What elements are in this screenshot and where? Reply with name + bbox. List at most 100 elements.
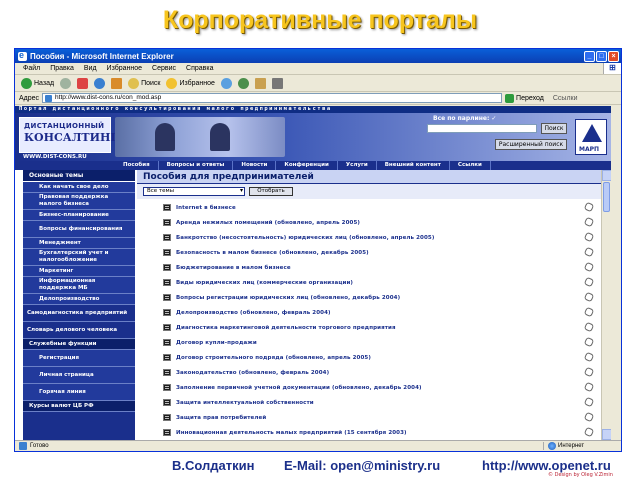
nav-links[interactable]: Ссылки [450, 161, 491, 170]
list-item[interactable]: Диагностика маркетинговой деятельности т… [137, 320, 601, 335]
sidebar-item-self-diagnostics[interactable]: Самодиагностика предприятий [23, 305, 135, 322]
list-item[interactable]: Аренда нежилых помещений (обновлено, апр… [137, 215, 601, 230]
search-button[interactable]: Поиск [128, 77, 160, 89]
site-search-button[interactable]: Поиск [541, 123, 567, 134]
sidebar-item-dictionary[interactable]: Словарь делового человека [23, 322, 135, 339]
paperclip-icon[interactable] [583, 396, 595, 408]
site-search-input[interactable] [427, 124, 537, 133]
list-item-title[interactable]: Бюджетирование в малом бизнесе [176, 265, 291, 271]
list-item-title[interactable]: Договор купли-продажи [176, 340, 257, 346]
list-item[interactable]: Защита прав потребителей [137, 410, 601, 425]
site-logo[interactable]: ДИСТАНЦИОННЫЙ КОНСАЛТИНГ [19, 117, 118, 153]
list-item-title[interactable]: Инновационная деятельность малых предпри… [176, 430, 407, 436]
list-item-title[interactable]: Заполнение первичной учетной документаци… [176, 385, 422, 391]
menu-help[interactable]: Справка [186, 65, 213, 72]
sidebar-item-personal-page[interactable]: Личная страница [23, 367, 135, 384]
nav-qa[interactable]: Вопросы и ответы [159, 161, 234, 170]
filter-button[interactable]: Отобрать [249, 187, 293, 196]
paperclip-icon[interactable] [583, 231, 595, 243]
nav-news[interactable]: Новости [233, 161, 277, 170]
back-button[interactable]: Назад [21, 77, 54, 89]
sidebar-item-management[interactable]: Менеджмент [23, 238, 135, 249]
nav-services[interactable]: Услуги [338, 161, 377, 170]
sidebar-item-accounting[interactable]: Бухгалтерский учет и налогообложение [23, 249, 135, 266]
paperclip-icon[interactable] [583, 336, 595, 348]
scrollbar-thumb[interactable] [603, 182, 610, 212]
favorites-button[interactable]: Избранное [166, 77, 215, 89]
menu-view[interactable]: Вид [84, 65, 97, 72]
media-button[interactable] [220, 77, 232, 89]
menu-edit[interactable]: Правка [50, 65, 74, 72]
list-item[interactable]: Законодательство (обновлено, февраль 200… [137, 365, 601, 380]
list-item[interactable]: Бюджетирование в малом бизнесе [137, 260, 601, 275]
paperclip-icon[interactable] [583, 201, 595, 213]
close-button[interactable]: × [608, 50, 619, 62]
address-input[interactable]: http://www.dist-cons.ru/con_mod.asp [42, 93, 503, 103]
list-item-title[interactable]: Законодательство (обновлено, февраль 200… [176, 370, 329, 376]
list-item[interactable]: Безопасность в малом бизнесе (обновлено,… [137, 245, 601, 260]
history-button[interactable] [237, 77, 249, 89]
links-label[interactable]: Ссылки [553, 95, 578, 102]
window-titlebar[interactable]: Пособия - Microsoft Internet Explorer _ … [15, 49, 621, 63]
list-item[interactable]: Виды юридических лиц (коммерческие орган… [137, 275, 601, 290]
list-item[interactable]: Защита интеллектуальной собственности [137, 395, 601, 410]
list-item-title[interactable]: Банкротство (несостоятельность) юридичес… [176, 235, 434, 241]
paperclip-icon[interactable] [583, 381, 595, 393]
sidebar-item-legal[interactable]: Правовая поддержка малого бизнеса [23, 193, 135, 210]
list-item[interactable]: Инновационная деятельность малых предпри… [137, 425, 601, 440]
paperclip-icon[interactable] [583, 411, 595, 423]
paperclip-icon[interactable] [583, 261, 595, 273]
maximize-button[interactable]: □ [596, 50, 607, 62]
nav-external[interactable]: Внешний контент [377, 161, 450, 170]
list-item-title[interactable]: Internet в бизнесе [176, 205, 236, 211]
refresh-button[interactable] [94, 77, 106, 89]
sidebar-item-hotline[interactable]: Горячая линия [23, 384, 135, 401]
sidebar-item-info-support[interactable]: Информационная поддержка МБ [23, 277, 135, 294]
sidebar-item-finance[interactable]: Вопросы финансирования [23, 221, 135, 238]
paperclip-icon[interactable] [583, 276, 595, 288]
minimize-button[interactable]: _ [584, 50, 595, 62]
paperclip-icon[interactable] [583, 426, 595, 438]
list-item-title[interactable]: Диагностика маркетинговой деятельности т… [176, 325, 396, 331]
list-item[interactable]: Заполнение первичной учетной документаци… [137, 380, 601, 395]
sidebar-item-planning[interactable]: Бизнес-планирование [23, 210, 135, 221]
list-item[interactable]: Вопросы регистрации юридических лиц (обн… [137, 290, 601, 305]
list-item-title[interactable]: Защита прав потребителей [176, 415, 266, 421]
list-item-title[interactable]: Безопасность в малом бизнесе (обновлено,… [176, 250, 369, 256]
menu-tools[interactable]: Сервис [152, 65, 176, 72]
list-item-title[interactable]: Аренда нежилых помещений (обновлено, апр… [176, 220, 360, 226]
sidebar-item-start-business[interactable]: Как начать свое дело [23, 182, 135, 193]
paperclip-icon[interactable] [583, 246, 595, 258]
vertical-scrollbar[interactable] [601, 170, 611, 440]
sidebar-item-paperwork[interactable]: Делопроизводство [23, 294, 135, 305]
list-item-title[interactable]: Договор строительного подряда (обновлено… [176, 355, 371, 361]
print-button[interactable] [271, 77, 283, 89]
topic-select[interactable]: Все темы [143, 187, 245, 196]
home-button[interactable] [111, 77, 123, 89]
menu-file[interactable]: Файл [23, 65, 40, 72]
stop-button[interactable] [77, 77, 89, 89]
paperclip-icon[interactable] [583, 291, 595, 303]
marp-logo[interactable]: МАРП [575, 119, 607, 155]
list-item-title[interactable]: Виды юридических лиц (коммерческие орган… [176, 280, 353, 286]
paperclip-icon[interactable] [583, 366, 595, 378]
sidebar-item-registration[interactable]: Регистрация [23, 350, 135, 367]
paperclip-icon[interactable] [583, 216, 595, 228]
sidebar-item-exchange-rates[interactable]: Курсы валют ЦБ РФ [23, 401, 135, 412]
paperclip-icon[interactable] [583, 351, 595, 363]
nav-manuals[interactable]: Пособия [115, 161, 159, 170]
list-item-title[interactable]: Делопроизводство (обновлено, февраль 200… [176, 310, 331, 316]
list-item[interactable]: Делопроизводство (обновлено, февраль 200… [137, 305, 601, 320]
list-item[interactable]: Банкротство (несостоятельность) юридичес… [137, 230, 601, 245]
paperclip-icon[interactable] [583, 321, 595, 333]
sidebar-item-marketing[interactable]: Маркетинг [23, 266, 135, 277]
list-item[interactable]: Договор купли-продажи [137, 335, 601, 350]
menu-favorites[interactable]: Избранное [107, 65, 142, 72]
mail-button[interactable] [254, 77, 266, 89]
advanced-search-button[interactable]: Расширенный поиск [495, 139, 567, 150]
nav-conferences[interactable]: Конференции [276, 161, 338, 170]
list-item[interactable]: Internet в бизнесе [137, 200, 601, 215]
list-item-title[interactable]: Вопросы регистрации юридических лиц (обн… [176, 295, 400, 301]
paperclip-icon[interactable] [583, 306, 595, 318]
list-item[interactable]: Договор строительного подряда (обновлено… [137, 350, 601, 365]
